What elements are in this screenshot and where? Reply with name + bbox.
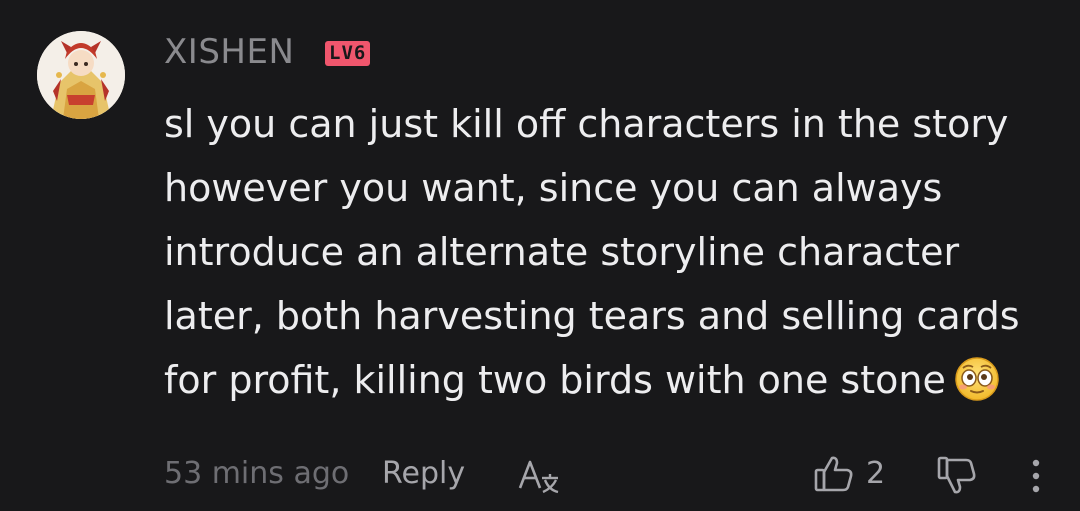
anime-character-avatar xyxy=(37,31,125,119)
comment-item: XISHEN LV6 sl you can just kill off char… xyxy=(0,0,1080,511)
translate-icon xyxy=(518,460,559,494)
like-button[interactable] xyxy=(812,452,856,496)
comment-line: introduce an alternate storyline charact… xyxy=(164,230,960,274)
like-count: 2 xyxy=(866,456,886,491)
dislike-button[interactable] xyxy=(935,454,979,498)
comment-line: however you want, since you can always xyxy=(164,166,943,210)
comment-text: sl you can just kill off characters in t… xyxy=(164,92,1054,421)
thumbs-down-icon xyxy=(937,456,976,494)
username[interactable]: XISHEN xyxy=(164,31,294,73)
translate-button[interactable] xyxy=(516,456,562,496)
comment-line: later, both harvesting tears and selling… xyxy=(164,294,1020,338)
more-button[interactable] xyxy=(1022,454,1050,498)
reply-button[interactable]: Reply xyxy=(382,454,465,494)
flushed-face-emoji xyxy=(954,356,1000,421)
more-vertical-icon xyxy=(1032,459,1040,493)
level-badge: LV6 xyxy=(325,41,371,66)
comment-line: for profit, killing two birds with one s… xyxy=(164,358,946,402)
comment-line-last: for profit, killing two birds with one s… xyxy=(164,348,1054,421)
comment-line: sl you can just kill off characters in t… xyxy=(164,102,1009,146)
avatar[interactable] xyxy=(37,31,125,119)
comment-footer: 53 mins ago Reply 2 xyxy=(0,448,1080,504)
thumbs-up-icon xyxy=(814,456,853,492)
timestamp: 53 mins ago xyxy=(164,456,350,491)
